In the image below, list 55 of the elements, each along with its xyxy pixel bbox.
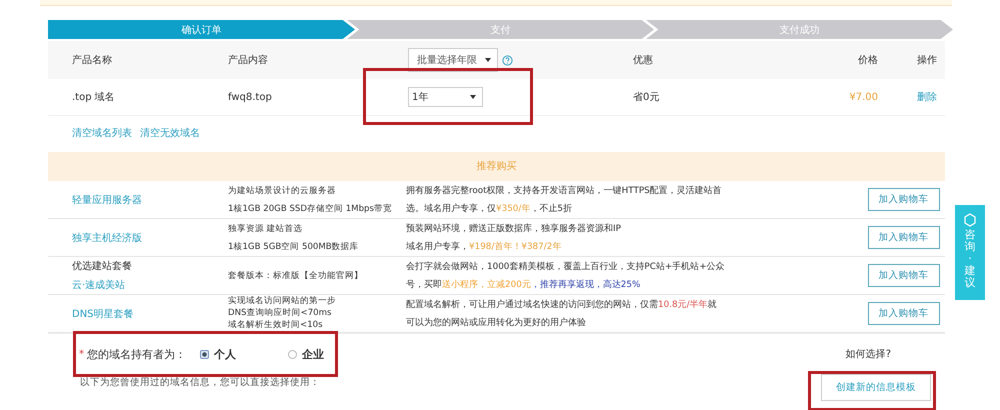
help-text[interactable]: 如何选择? [846, 347, 891, 361]
progress-step: 确认订单 [48, 20, 355, 39]
owner-label: 您的域名持有者为： [87, 346, 186, 362]
delete-link[interactable]: 删除 [917, 90, 937, 104]
spec-text: 1核1GB 5GB空间 500MB数据库 [228, 240, 359, 252]
required-mark: * [79, 348, 84, 360]
year-select[interactable]: 1年 [408, 87, 483, 107]
recommend-header: 推荐购买 [48, 152, 945, 181]
price-text: ¥7.00 [849, 92, 878, 102]
spec-text: 域名解析生效时间<10s [228, 320, 323, 331]
spec-text: 1核1GB 20GB SSD存储空间 1Mbps带宽 [228, 202, 392, 214]
column-header: 操作 [917, 54, 937, 67]
description-text: 可以为您的网站或应用转化为更好的用户体验 [406, 316, 586, 328]
product-link[interactable]: 轻量应用服务器 [72, 192, 228, 206]
column-header: 价格 [858, 54, 878, 67]
caret-icon [485, 58, 491, 62]
clear-link[interactable]: 清空域名列表 [72, 126, 132, 140]
product-name: .top 域名 [72, 90, 115, 104]
product-content: fwq8.top [228, 92, 272, 102]
description-text: 预装网站环境，赠送正版数据库，独享服务器资源和IP [406, 222, 621, 234]
add-to-cart-button[interactable]: 加入购物车 [868, 264, 940, 287]
spec-text: 为建站场景设计的云服务器 [228, 184, 336, 196]
clear-link[interactable]: 清空无效域名 [140, 126, 200, 140]
description-text: 域名用户专享，¥198/首年！¥387/2年 [406, 240, 562, 252]
spec-text: DNS查询响应时间<70ms [228, 308, 332, 319]
description-text: 配置域名解析，可让用户通过域名快速的访问到您的网站，仅需10.8元/半年就 [406, 298, 717, 310]
consult-label: 咨询·建议 [964, 229, 976, 290]
help-icon[interactable] [502, 54, 513, 66]
create-template-button[interactable]: 创建新的信息模板 [821, 374, 931, 401]
description-text: 选。域名用户专享，仅¥350/年，不止5折 [406, 202, 572, 214]
hexagon-icon [963, 213, 977, 227]
product-link[interactable]: DNS明星套餐 [72, 306, 228, 320]
add-to-cart-button[interactable]: 加入购物车 [868, 188, 940, 211]
description-text: 会打字就会做网站，1000套精美模板，覆盖上百行业，支持PC站+手机站+公众 [406, 260, 725, 272]
radio-button[interactable] [200, 350, 209, 358]
radio-label[interactable]: 个人 [214, 346, 236, 362]
radio-button[interactable] [288, 350, 297, 358]
product-link[interactable]: 云·速成美站 [72, 278, 228, 292]
add-to-cart-button[interactable]: 加入购物车 [868, 226, 940, 249]
note-text: 以下为您曾使用过的域名信息，您可以直接选择使用： [80, 376, 320, 389]
description-text: 号，买即送小程序，立减200元，推荐再享返现，高达25% [406, 278, 640, 290]
column-header: 优惠 [633, 54, 653, 67]
add-to-cart-button[interactable]: 加入购物车 [868, 302, 940, 325]
spec-text: 套餐版本：标准版【全功能官网】 [228, 270, 363, 282]
spec-text: 实现域名访问网站的第一步 [228, 296, 336, 307]
spec-text: 独享资源 建站首选 [228, 222, 303, 234]
discount-text: 省0元 [633, 90, 660, 104]
product-link[interactable]: 独享主机经济版 [72, 230, 228, 244]
radio-label[interactable]: 企业 [302, 346, 324, 362]
description-text: 拥有服务器完整root权限，支持各开发语言网站，一键HTTPS配置，灵活建站首 [406, 184, 722, 196]
column-header: 产品内容 [228, 54, 268, 67]
caret-icon [470, 95, 476, 99]
column-header: 产品名称 [72, 54, 112, 67]
package-name: 优选建站套餐 [72, 260, 133, 273]
consult-tab[interactable]: 咨询·建议 [955, 205, 985, 300]
